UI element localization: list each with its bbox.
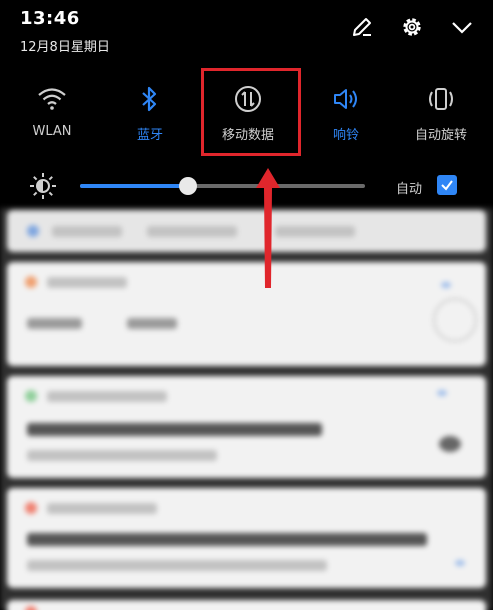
auto-brightness-checkbox[interactable] bbox=[437, 175, 457, 195]
edit-icon[interactable] bbox=[349, 14, 375, 40]
brightness-row: 自动 bbox=[0, 168, 493, 204]
brightness-slider-fill bbox=[80, 184, 189, 188]
highlight-box bbox=[201, 68, 301, 156]
brightness-slider[interactable] bbox=[80, 184, 365, 188]
clock-date: 12月8日星期日 bbox=[20, 40, 110, 55]
notification-card[interactable] bbox=[7, 488, 486, 588]
toggle-bluetooth[interactable]: 蓝牙 bbox=[101, 82, 199, 143]
toggle-ringer[interactable]: 响铃 bbox=[297, 82, 395, 143]
brightness-icon bbox=[28, 171, 58, 205]
notification-card[interactable] bbox=[7, 600, 486, 610]
chevron-down-icon[interactable] bbox=[449, 14, 475, 40]
notification-card[interactable] bbox=[7, 262, 486, 366]
checkmark-icon bbox=[441, 180, 453, 191]
bluetooth-icon bbox=[142, 86, 157, 112]
notification-list bbox=[0, 208, 493, 610]
toggle-wlan[interactable]: WLAN bbox=[3, 82, 101, 139]
toggle-label: 自动旋转 bbox=[414, 128, 467, 143]
settings-gear-icon[interactable] bbox=[399, 14, 425, 40]
toggle-label: 响铃 bbox=[332, 128, 359, 143]
status-bar: 13:46 12月8日星期日 bbox=[0, 0, 493, 60]
auto-rotate-icon bbox=[429, 88, 453, 110]
clock-time: 13:46 bbox=[20, 8, 80, 29]
toggle-label: WLAN bbox=[32, 124, 72, 139]
header-actions bbox=[349, 14, 475, 40]
toggle-auto-rotate[interactable]: 自动旋转 bbox=[392, 82, 490, 143]
volume-icon bbox=[334, 89, 357, 109]
red-arrow-annotation bbox=[256, 168, 280, 288]
brightness-slider-thumb[interactable] bbox=[179, 177, 198, 195]
toggle-label: 蓝牙 bbox=[136, 128, 163, 143]
auto-brightness-label: 自动 bbox=[396, 182, 423, 197]
notification-toolbar[interactable] bbox=[7, 210, 486, 252]
notification-card[interactable] bbox=[7, 376, 486, 478]
wifi-icon bbox=[38, 88, 66, 110]
